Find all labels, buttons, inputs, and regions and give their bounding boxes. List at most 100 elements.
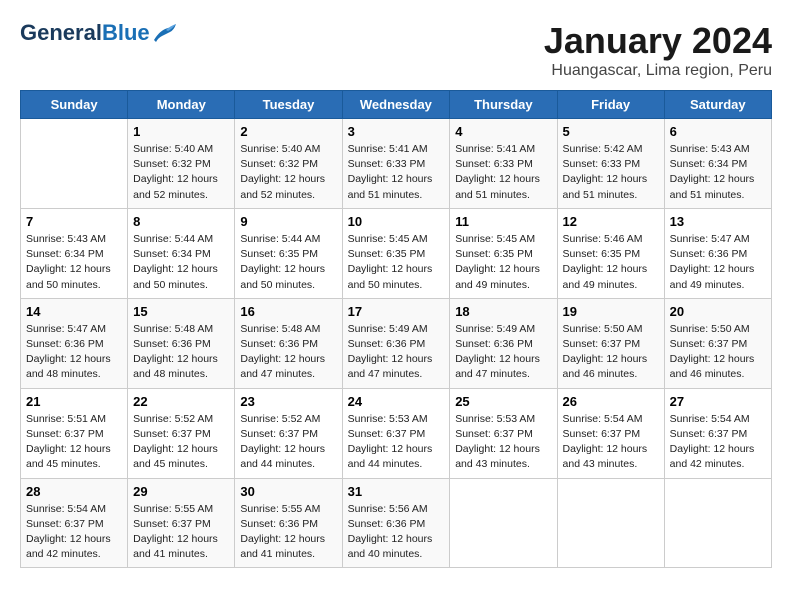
day-number: 2 <box>240 124 336 139</box>
day-info: Sunrise: 5:49 AM Sunset: 6:36 PM Dayligh… <box>455 322 551 383</box>
day-number: 11 <box>455 214 551 229</box>
day-info: Sunrise: 5:43 AM Sunset: 6:34 PM Dayligh… <box>670 142 766 203</box>
calendar-day-cell: 5 Sunrise: 5:42 AM Sunset: 6:33 PM Daylig… <box>557 119 664 209</box>
calendar-week-row: 28Sunrise: 5:54 AM Sunset: 6:37 PM Dayli… <box>21 478 772 568</box>
day-number: 6 <box>670 124 766 139</box>
day-info: Sunrise: 5:46 AM Sunset: 6:35 PM Dayligh… <box>563 232 659 293</box>
day-number: 14 <box>26 304 122 319</box>
day-info: Sunrise: 5:48 AM Sunset: 6:36 PM Dayligh… <box>133 322 229 383</box>
day-info: Sunrise: 5:56 AM Sunset: 6:36 PM Dayligh… <box>348 502 445 563</box>
logo-text: GeneralBlue <box>20 20 150 46</box>
day-number: 31 <box>348 484 445 499</box>
calendar-body: 1 Sunrise: 5:40 AM Sunset: 6:32 PM Daylig… <box>21 119 772 568</box>
day-number: 15 <box>133 304 229 319</box>
calendar-day-cell <box>557 478 664 568</box>
calendar-day-cell: 24 Sunrise: 5:53 AM Sunset: 6:37 PM Dayli… <box>342 388 450 478</box>
calendar-header-cell: Tuesday <box>235 91 342 119</box>
day-number: 5 <box>563 124 659 139</box>
calendar-day-cell: 3Sunrise: 5:41 AM Sunset: 6:33 PM Daylig… <box>342 119 450 209</box>
day-info: Sunrise: 5:47 AM Sunset: 6:36 PM Dayligh… <box>26 322 122 383</box>
calendar-day-cell: 30 Sunrise: 5:55 AM Sunset: 6:36 PM Dayli… <box>235 478 342 568</box>
day-info: Sunrise: 5:45 AM Sunset: 6:35 PM Dayligh… <box>455 232 551 293</box>
calendar-day-cell: 8Sunrise: 5:44 AM Sunset: 6:34 PM Daylig… <box>128 208 235 298</box>
day-number: 1 <box>133 124 229 139</box>
calendar-day-cell: 28Sunrise: 5:54 AM Sunset: 6:37 PM Dayli… <box>21 478 128 568</box>
day-number: 17 <box>348 304 445 319</box>
calendar-day-cell: 11 Sunrise: 5:45 AM Sunset: 6:35 PM Dayli… <box>450 208 557 298</box>
day-number: 25 <box>455 394 551 409</box>
day-info: Sunrise: 5:52 AM Sunset: 6:37 PM Dayligh… <box>133 412 229 473</box>
calendar-header-cell: Wednesday <box>342 91 450 119</box>
calendar-day-cell <box>21 119 128 209</box>
calendar-day-cell: 31 Sunrise: 5:56 AM Sunset: 6:36 PM Dayli… <box>342 478 450 568</box>
day-number: 9 <box>240 214 336 229</box>
calendar-day-cell: 7Sunrise: 5:43 AM Sunset: 6:34 PM Daylig… <box>21 208 128 298</box>
calendar-day-cell: 27 Sunrise: 5:54 AM Sunset: 6:37 PM Dayli… <box>664 388 771 478</box>
calendar-header-cell: Sunday <box>21 91 128 119</box>
calendar-day-cell: 26Sunrise: 5:54 AM Sunset: 6:37 PM Dayli… <box>557 388 664 478</box>
day-info: Sunrise: 5:47 AM Sunset: 6:36 PM Dayligh… <box>670 232 766 293</box>
day-number: 21 <box>26 394 122 409</box>
day-info: Sunrise: 5:54 AM Sunset: 6:37 PM Dayligh… <box>670 412 766 473</box>
page-header: GeneralBlue January 2024 Huangascar, Lim… <box>20 20 772 80</box>
calendar-table: SundayMondayTuesdayWednesdayThursdayFrid… <box>20 90 772 568</box>
calendar-day-cell: 19 Sunrise: 5:50 AM Sunset: 6:37 PM Dayli… <box>557 298 664 388</box>
page-subtitle: Huangascar, Lima region, Peru <box>544 62 772 80</box>
calendar-header-cell: Monday <box>128 91 235 119</box>
day-number: 19 <box>563 304 659 319</box>
title-block: January 2024 Huangascar, Lima region, Pe… <box>544 20 772 80</box>
day-info: Sunrise: 5:41 AM Sunset: 6:33 PM Dayligh… <box>455 142 551 203</box>
day-info: Sunrise: 5:53 AM Sunset: 6:37 PM Dayligh… <box>348 412 445 473</box>
calendar-day-cell: 2 Sunrise: 5:40 AM Sunset: 6:32 PM Daylig… <box>235 119 342 209</box>
day-info: Sunrise: 5:41 AM Sunset: 6:33 PM Dayligh… <box>348 142 445 203</box>
calendar-day-cell: 18Sunrise: 5:49 AM Sunset: 6:36 PM Dayli… <box>450 298 557 388</box>
calendar-day-cell: 10Sunrise: 5:45 AM Sunset: 6:35 PM Dayli… <box>342 208 450 298</box>
day-info: Sunrise: 5:52 AM Sunset: 6:37 PM Dayligh… <box>240 412 336 473</box>
day-number: 8 <box>133 214 229 229</box>
day-number: 16 <box>240 304 336 319</box>
calendar-day-cell <box>450 478 557 568</box>
calendar-header-cell: Friday <box>557 91 664 119</box>
calendar-header-cell: Saturday <box>664 91 771 119</box>
day-number: 22 <box>133 394 229 409</box>
day-info: Sunrise: 5:48 AM Sunset: 6:36 PM Dayligh… <box>240 322 336 383</box>
day-number: 4 <box>455 124 551 139</box>
day-number: 12 <box>563 214 659 229</box>
day-number: 30 <box>240 484 336 499</box>
calendar-day-cell: 13 Sunrise: 5:47 AM Sunset: 6:36 PM Dayli… <box>664 208 771 298</box>
calendar-day-cell: 16 Sunrise: 5:48 AM Sunset: 6:36 PM Dayli… <box>235 298 342 388</box>
day-info: Sunrise: 5:40 AM Sunset: 6:32 PM Dayligh… <box>240 142 336 203</box>
day-info: Sunrise: 5:49 AM Sunset: 6:36 PM Dayligh… <box>348 322 445 383</box>
day-info: Sunrise: 5:45 AM Sunset: 6:35 PM Dayligh… <box>348 232 445 293</box>
day-number: 29 <box>133 484 229 499</box>
calendar-day-cell: 4 Sunrise: 5:41 AM Sunset: 6:33 PM Daylig… <box>450 119 557 209</box>
day-info: Sunrise: 5:42 AM Sunset: 6:33 PM Dayligh… <box>563 142 659 203</box>
calendar-header-cell: Thursday <box>450 91 557 119</box>
calendar-day-cell: 14 Sunrise: 5:47 AM Sunset: 6:36 PM Dayli… <box>21 298 128 388</box>
day-number: 20 <box>670 304 766 319</box>
day-info: Sunrise: 5:44 AM Sunset: 6:35 PM Dayligh… <box>240 232 336 293</box>
day-number: 27 <box>670 394 766 409</box>
calendar-week-row: 21 Sunrise: 5:51 AM Sunset: 6:37 PM Dayli… <box>21 388 772 478</box>
calendar-week-row: 1 Sunrise: 5:40 AM Sunset: 6:32 PM Daylig… <box>21 119 772 209</box>
calendar-day-cell: 20Sunrise: 5:50 AM Sunset: 6:37 PM Dayli… <box>664 298 771 388</box>
calendar-week-row: 7Sunrise: 5:43 AM Sunset: 6:34 PM Daylig… <box>21 208 772 298</box>
day-info: Sunrise: 5:55 AM Sunset: 6:36 PM Dayligh… <box>240 502 336 563</box>
day-info: Sunrise: 5:55 AM Sunset: 6:37 PM Dayligh… <box>133 502 229 563</box>
logo: GeneralBlue <box>20 20 178 46</box>
day-info: Sunrise: 5:51 AM Sunset: 6:37 PM Dayligh… <box>26 412 122 473</box>
day-info: Sunrise: 5:43 AM Sunset: 6:34 PM Dayligh… <box>26 232 122 293</box>
calendar-day-cell: 29 Sunrise: 5:55 AM Sunset: 6:37 PM Dayli… <box>128 478 235 568</box>
calendar-day-cell: 17 Sunrise: 5:49 AM Sunset: 6:36 PM Dayli… <box>342 298 450 388</box>
day-info: Sunrise: 5:50 AM Sunset: 6:37 PM Dayligh… <box>563 322 659 383</box>
day-number: 23 <box>240 394 336 409</box>
day-number: 28 <box>26 484 122 499</box>
day-number: 13 <box>670 214 766 229</box>
calendar-day-cell: 25Sunrise: 5:53 AM Sunset: 6:37 PM Dayli… <box>450 388 557 478</box>
calendar-day-cell <box>664 478 771 568</box>
calendar-day-cell: 23 Sunrise: 5:52 AM Sunset: 6:37 PM Dayli… <box>235 388 342 478</box>
day-info: Sunrise: 5:40 AM Sunset: 6:32 PM Dayligh… <box>133 142 229 203</box>
calendar-week-row: 14 Sunrise: 5:47 AM Sunset: 6:36 PM Dayli… <box>21 298 772 388</box>
day-number: 24 <box>348 394 445 409</box>
calendar-day-cell: 9 Sunrise: 5:44 AM Sunset: 6:35 PM Daylig… <box>235 208 342 298</box>
